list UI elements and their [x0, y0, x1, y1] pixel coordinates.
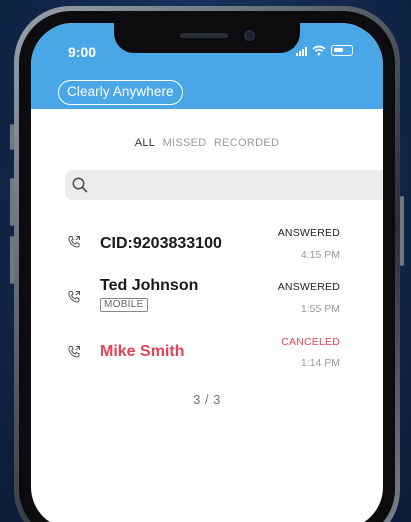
tab-missed[interactable]: MISSED: [163, 137, 207, 149]
tab-all[interactable]: ALL: [135, 137, 155, 149]
outgoing-call-icon: [68, 291, 80, 303]
speaker-grille: [180, 33, 228, 38]
wifi-icon: [312, 45, 326, 56]
page-indicator: 3 / 3: [193, 392, 221, 407]
call-time: 4:15 PM: [300, 249, 340, 261]
call-row[interactable]: CID:9203833100 ANSWERED 4:15 PM: [31, 221, 383, 271]
number-type-badge: MOBILE: [100, 298, 148, 312]
notch: [114, 23, 300, 53]
caller-name: Mike Smith: [100, 343, 185, 360]
call-status: ANSWERED: [277, 227, 340, 239]
search-icon: [72, 177, 88, 193]
call-row[interactable]: Ted Johnson MOBILE ANSWERED 1:55 PM: [31, 275, 383, 325]
front-camera: [244, 30, 255, 41]
power-button: [400, 196, 404, 266]
outgoing-call-icon: [68, 346, 80, 358]
battery-icon: [331, 45, 353, 56]
screen: 9:00 Clearly Anywhere ALL MISSED RECORDE…: [31, 23, 383, 522]
tab-recorded[interactable]: RECORDED: [214, 137, 279, 149]
outgoing-call-icon: [68, 236, 80, 248]
call-time: 1:14 PM: [300, 357, 340, 369]
mute-switch: [10, 124, 14, 150]
phone-frame: 9:00 Clearly Anywhere ALL MISSED RECORDE…: [10, 6, 404, 522]
call-row[interactable]: Mike Smith CANCELED 1:14 PM: [31, 331, 383, 381]
caller-name: CID:9203833100: [100, 235, 222, 252]
brand-button[interactable]: Clearly Anywhere: [58, 80, 183, 105]
call-status: ANSWERED: [277, 281, 340, 293]
status-icons: [296, 45, 353, 56]
call-status: CANCELED: [281, 336, 340, 348]
call-time: 1:55 PM: [300, 303, 340, 315]
phone-bezel: 9:00 Clearly Anywhere ALL MISSED RECORDE…: [19, 11, 395, 522]
caller-name: Ted Johnson: [100, 277, 199, 294]
signal-icon: [296, 46, 307, 56]
volume-down-button: [10, 236, 14, 284]
volume-up-button: [10, 178, 14, 226]
search-input[interactable]: [65, 170, 383, 200]
status-time: 9:00: [68, 44, 97, 60]
filter-tabs: ALL MISSED RECORDED: [31, 137, 383, 149]
